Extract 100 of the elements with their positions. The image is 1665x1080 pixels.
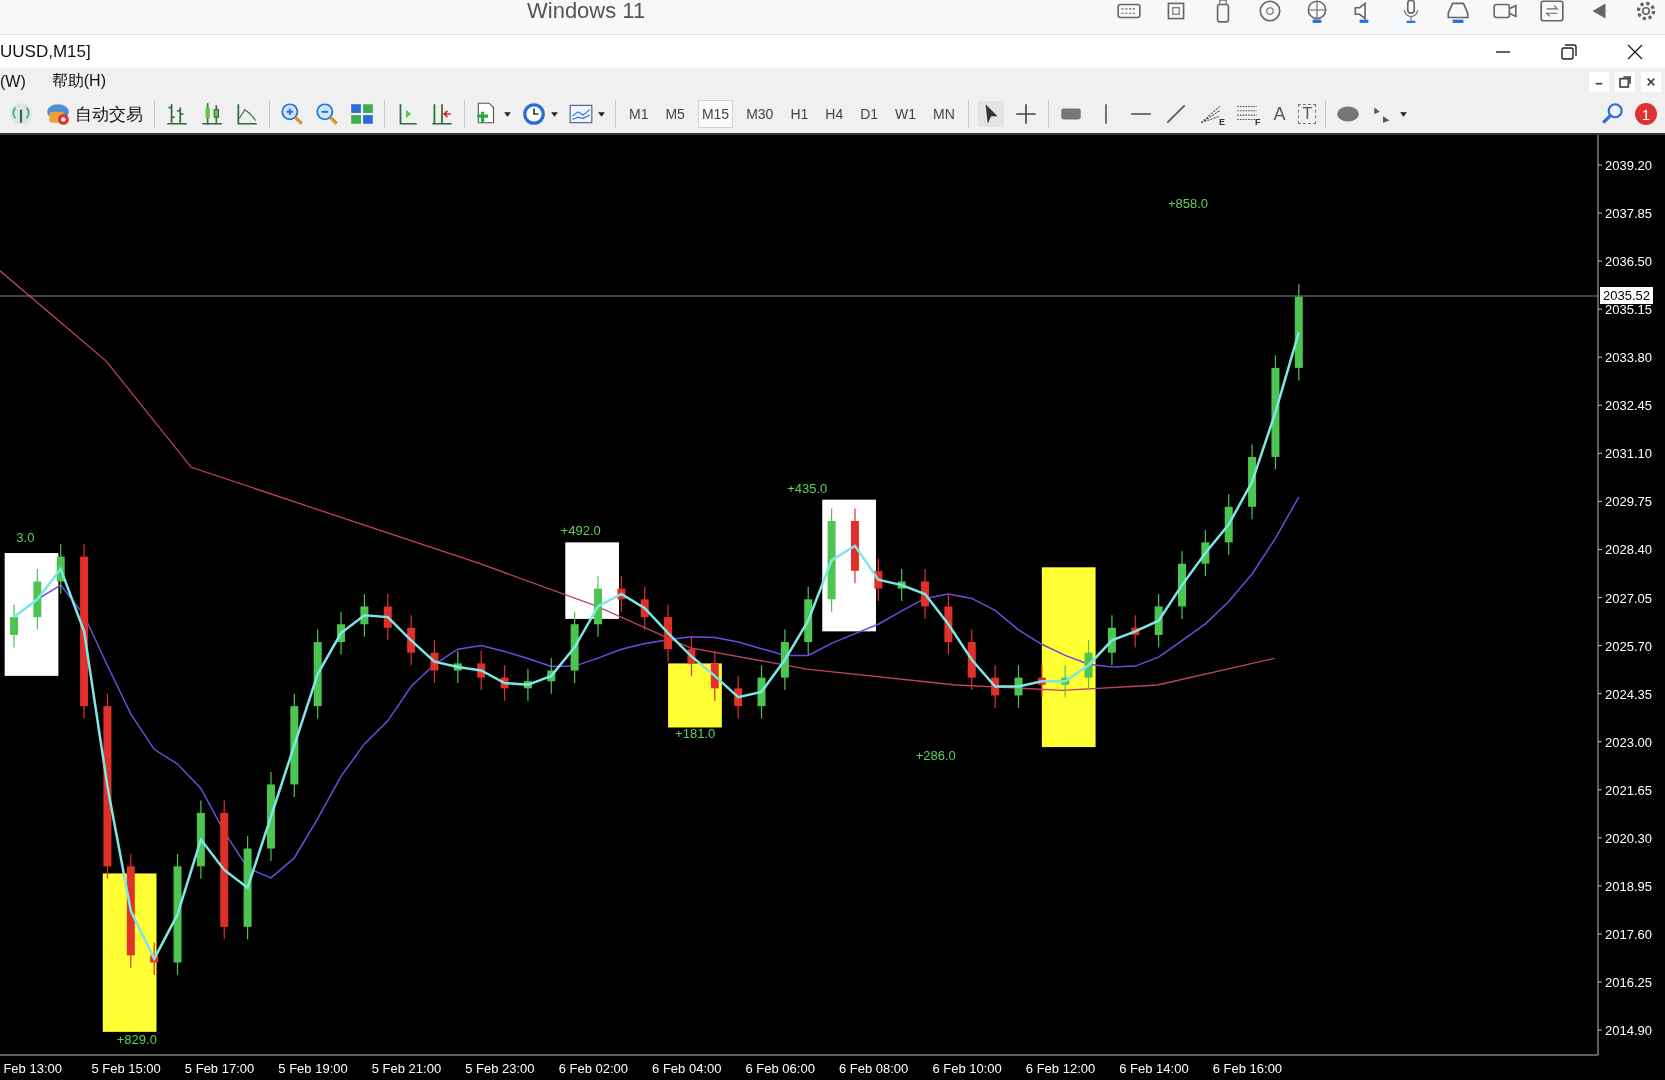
candlestick bbox=[360, 593, 369, 638]
swap-icon[interactable] bbox=[1539, 0, 1565, 25]
profit-label: +492.0 bbox=[560, 523, 601, 539]
price-tick-label: 2024.35 bbox=[1605, 686, 1652, 702]
price-tick-label: 2036.50 bbox=[1605, 254, 1652, 270]
restore-icon[interactable] bbox=[1615, 71, 1635, 92]
candlestick bbox=[687, 636, 696, 677]
line-chart-icon[interactable] bbox=[234, 101, 260, 128]
disc-icon[interactable] bbox=[1257, 0, 1283, 25]
timeframe-button[interactable]: M5 bbox=[661, 100, 689, 129]
price-tick-label: 2039.20 bbox=[1605, 158, 1652, 173]
candlestick bbox=[383, 593, 392, 641]
candlestick bbox=[547, 657, 556, 695]
text-label-button[interactable]: T bbox=[1298, 104, 1317, 125]
time-tick-label: 5 Feb 19:00 bbox=[278, 1061, 348, 1076]
time-tick-label: 6 Feb 14:00 bbox=[1119, 1061, 1189, 1076]
zoom-out-icon[interactable] bbox=[314, 101, 340, 128]
timeframe-button[interactable]: D1 bbox=[856, 100, 883, 129]
signal-icon[interactable] bbox=[8, 101, 34, 128]
caret-icon[interactable] bbox=[550, 109, 559, 119]
candlestick bbox=[1178, 550, 1186, 620]
timeframe-button[interactable]: H1 bbox=[786, 100, 813, 129]
candlestick bbox=[710, 650, 719, 702]
fibonacci-fan-button[interactable]: E bbox=[1197, 101, 1225, 128]
timeframe-button[interactable]: M15 bbox=[697, 100, 734, 129]
time-tick-label: 5 Feb 15:00 bbox=[91, 1061, 161, 1076]
candlestick bbox=[523, 668, 532, 702]
candlestick bbox=[56, 543, 65, 595]
time-tick-label: 6 Feb 12:00 bbox=[1025, 1061, 1096, 1076]
price-tick-label: 2023.00 bbox=[1605, 734, 1652, 750]
candlestick bbox=[617, 575, 626, 613]
time-tick-label: 6 Feb 08:00 bbox=[838, 1061, 909, 1076]
minimize-icon[interactable] bbox=[1589, 71, 1609, 92]
candlestick bbox=[430, 639, 439, 684]
candlestick bbox=[1201, 529, 1210, 577]
price-tick-label: 2025.70 bbox=[1605, 638, 1652, 654]
candlestick bbox=[500, 664, 509, 702]
price-tick-label: 2029.75 bbox=[1605, 494, 1652, 510]
candlestick bbox=[33, 568, 42, 631]
candlestick bbox=[757, 664, 766, 720]
time-tick-label: 6 Feb 10:00 bbox=[932, 1061, 1002, 1076]
timeframe-button[interactable]: M1 bbox=[625, 100, 653, 129]
caret-icon[interactable] bbox=[1399, 109, 1409, 119]
price-tick-label: 2035.15 bbox=[1605, 302, 1652, 318]
window-title: UUSD,M15] bbox=[0, 41, 91, 62]
candlestick bbox=[10, 604, 18, 648]
clock-icon[interactable] bbox=[521, 101, 547, 128]
text-tool-button[interactable]: A bbox=[1269, 103, 1290, 125]
profit-label: 3.0 bbox=[16, 530, 35, 546]
price-tick-label: 2027.05 bbox=[1605, 590, 1652, 606]
candlestick bbox=[1037, 664, 1046, 698]
auto-trading-button[interactable]: 自动交易 bbox=[43, 101, 145, 128]
profit-label: +286.0 bbox=[915, 747, 956, 763]
timeframe-button[interactable]: M30 bbox=[742, 100, 778, 129]
time-tick-label: 5 Feb 23:00 bbox=[465, 1061, 535, 1076]
time-tick-label: 6 Feb 04:00 bbox=[652, 1061, 722, 1076]
candlestick bbox=[944, 593, 953, 656]
caret-icon[interactable] bbox=[597, 109, 606, 119]
candlestick bbox=[664, 604, 673, 663]
timeframe-button[interactable]: MN bbox=[929, 100, 959, 129]
candlestick bbox=[150, 942, 159, 976]
candlestick bbox=[407, 614, 416, 666]
timeframe-button[interactable]: W1 bbox=[891, 100, 921, 129]
restore-icon[interactable] bbox=[1559, 41, 1579, 62]
drive-icon[interactable] bbox=[1445, 0, 1471, 25]
candlestick bbox=[640, 586, 649, 631]
candlestick bbox=[1154, 593, 1163, 648]
price-tick-label: 2017.60 bbox=[1605, 926, 1652, 942]
time-tick-label: 5 Feb 21:00 bbox=[371, 1061, 442, 1076]
time-tick-label: 5 Feb 17:00 bbox=[184, 1061, 255, 1076]
zoom-in-icon[interactable] bbox=[279, 101, 305, 128]
notification-badge[interactable]: 1 bbox=[1635, 103, 1657, 126]
candlestick bbox=[734, 675, 743, 720]
candlestick bbox=[967, 629, 976, 691]
price-tick-label: 2014.90 bbox=[1605, 1023, 1652, 1039]
signal-zone bbox=[668, 663, 722, 728]
candlestick bbox=[1107, 614, 1116, 666]
candlestick bbox=[780, 629, 789, 691]
caret-icon[interactable] bbox=[503, 109, 512, 119]
time-tick-label: 6 Feb 06:00 bbox=[745, 1061, 815, 1076]
time-tick-label: Feb 13:00 bbox=[3, 1061, 62, 1076]
cursor-icon[interactable] bbox=[977, 101, 1004, 128]
candlestick bbox=[1131, 614, 1140, 648]
profit-label: +858.0 bbox=[1168, 195, 1209, 211]
bar-chart-icon[interactable] bbox=[164, 101, 190, 128]
price-tick-label: 2020.30 bbox=[1605, 830, 1652, 846]
price-tick-label: 2031.10 bbox=[1605, 446, 1652, 462]
fibonacci-levels-button[interactable]: F bbox=[1233, 101, 1261, 128]
price-tick-label: 2028.40 bbox=[1605, 542, 1652, 558]
menu-item[interactable]: (W) bbox=[0, 72, 26, 91]
current-price-tag: 2035.52 bbox=[1600, 287, 1653, 304]
menu-item[interactable]: 帮助(H) bbox=[51, 71, 106, 93]
timeframe-button[interactable]: H4 bbox=[821, 100, 848, 129]
price-tick-label: 2018.95 bbox=[1605, 878, 1652, 894]
close-icon[interactable] bbox=[1641, 71, 1661, 92]
time-tick-label: 6 Feb 02:00 bbox=[558, 1061, 628, 1076]
autoscroll-icon[interactable] bbox=[429, 101, 455, 128]
candlestick bbox=[477, 650, 486, 691]
profit-label: +829.0 bbox=[116, 1032, 157, 1048]
candlestick-icon[interactable] bbox=[199, 101, 225, 128]
